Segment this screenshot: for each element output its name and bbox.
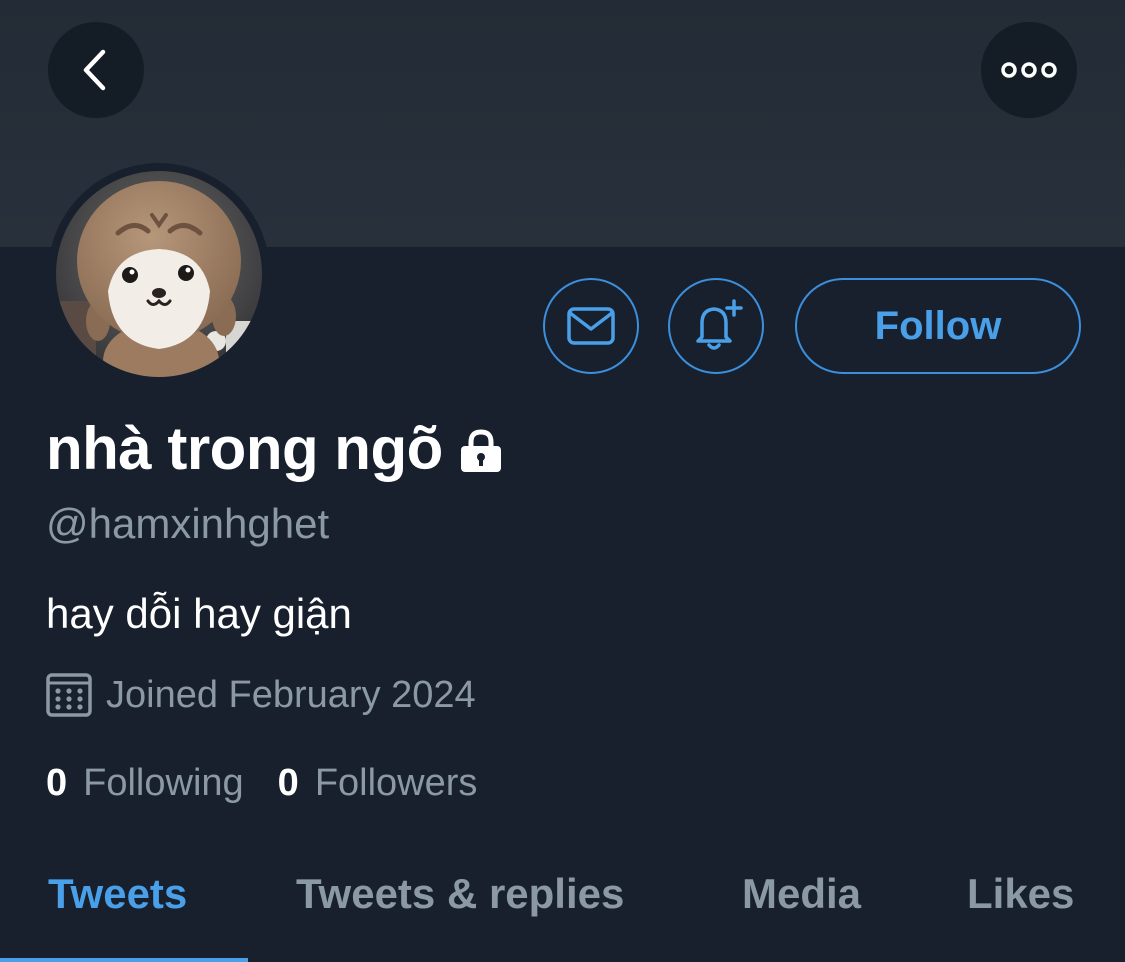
profile-screen: Follow nhà trong ngõ @hamxinhghet hay dỗ…	[0, 0, 1125, 962]
name-row: nhà trong ngõ	[46, 414, 505, 483]
joined-date-row: Joined February 2024	[46, 672, 476, 718]
more-options-button[interactable]	[981, 22, 1077, 118]
followers-stat[interactable]: 0 Followers	[278, 762, 478, 805]
chevron-left-icon	[83, 49, 106, 91]
follow-button-label: Follow	[874, 303, 1002, 348]
calendar-icon	[46, 673, 92, 717]
active-tab-indicator	[0, 958, 248, 962]
user-handle: @hamxinhghet	[46, 500, 330, 547]
display-name: nhà trong ngõ	[46, 415, 443, 482]
following-label: Following	[83, 762, 244, 804]
tab-tweets[interactable]: Tweets	[48, 870, 187, 918]
bell-plus-icon	[696, 299, 743, 350]
plush-toy-avatar-image	[56, 171, 262, 377]
followers-label: Followers	[314, 762, 478, 804]
mail-icon	[567, 307, 615, 345]
back-button[interactable]	[48, 22, 144, 118]
following-stat[interactable]: 0 Following	[46, 762, 244, 805]
avatar[interactable]	[56, 171, 262, 377]
following-count: 0	[46, 762, 68, 804]
tab-likes[interactable]: Likes	[967, 870, 1074, 918]
profile-bio: hay dỗi hay giận	[46, 590, 352, 637]
followers-count: 0	[277, 762, 299, 804]
message-button[interactable]	[543, 278, 639, 374]
more-horizontal-icon	[1001, 62, 1057, 78]
tab-media[interactable]: Media	[742, 870, 861, 918]
lock-icon	[460, 428, 501, 472]
notifications-button[interactable]	[668, 278, 764, 374]
joined-date: Joined February 2024	[106, 673, 476, 716]
follow-stats: 0 Following 0 Followers	[46, 762, 477, 805]
tab-tweets-and-replies[interactable]: Tweets & replies	[296, 870, 624, 918]
follow-button[interactable]: Follow	[795, 278, 1081, 374]
